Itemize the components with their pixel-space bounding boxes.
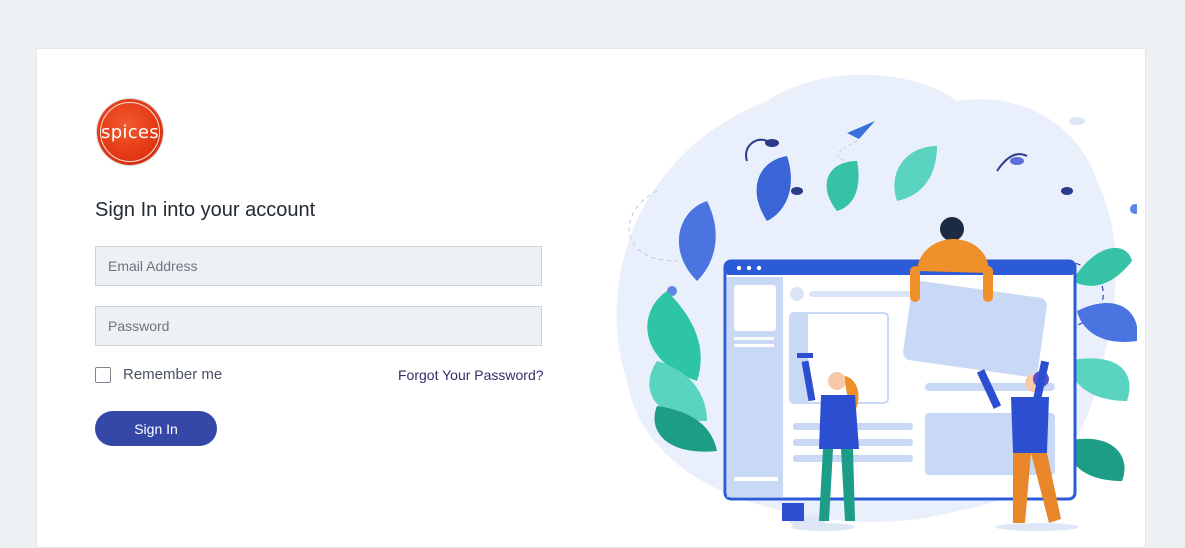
- spices-logo: spices: [97, 99, 163, 165]
- remember-me-checkbox[interactable]: [95, 366, 111, 383]
- team-building-website-illustration: [616, 74, 1137, 531]
- forgot-password-link[interactable]: Forgot Your Password?: [398, 367, 544, 383]
- password-field[interactable]: [95, 306, 542, 346]
- remember-me-label: Remember me: [123, 366, 223, 383]
- page-title: Sign In into your account: [95, 199, 316, 221]
- email-field[interactable]: [95, 246, 542, 286]
- logo-text: spices: [101, 121, 159, 143]
- sign-in-button[interactable]: Sign In: [95, 411, 217, 446]
- remember-me[interactable]: Remember me: [95, 366, 222, 383]
- login-card: spices Sign In into your account Remembe…: [36, 48, 1146, 548]
